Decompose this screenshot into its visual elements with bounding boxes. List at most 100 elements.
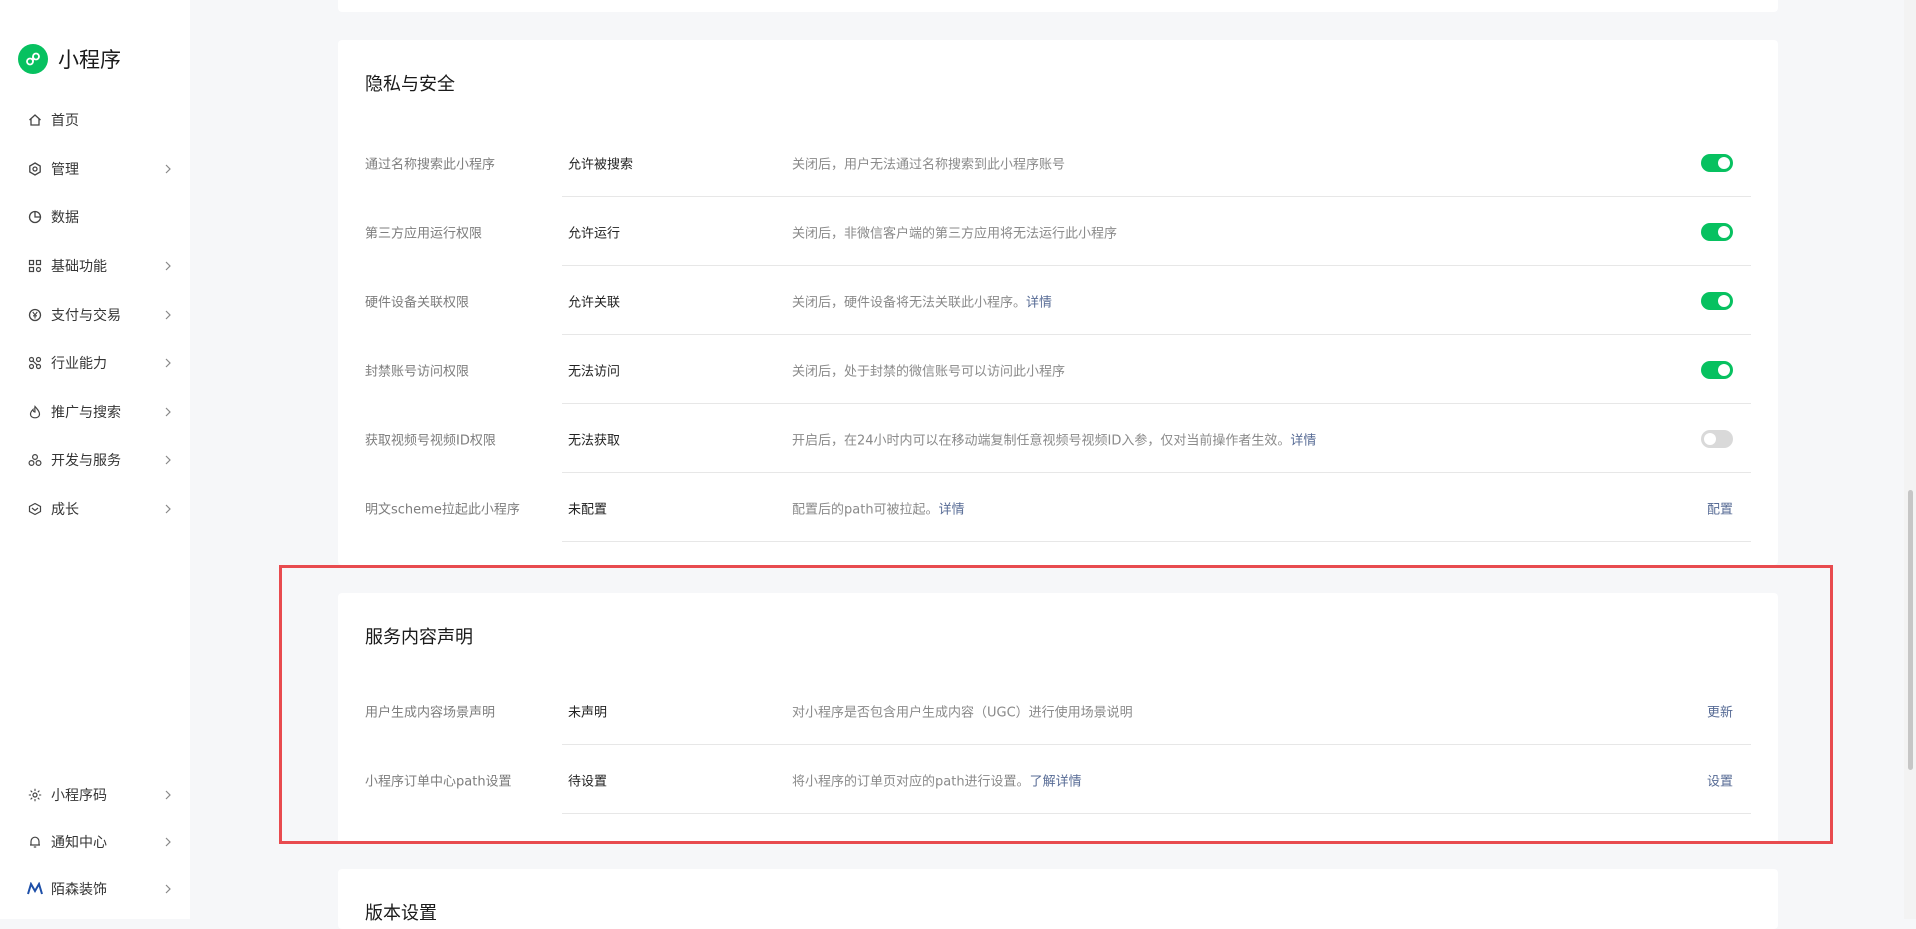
- sidebar-item-label: 陌森装饰: [51, 881, 107, 898]
- setting-label: 封禁账号访问权限: [365, 364, 470, 379]
- setting-row-order-center-path: 小程序订单中心path设置 待设置 将小程序的订单页对应的path进行设置。了解…: [365, 745, 1751, 814]
- sidebar-item-label: 通知中心: [51, 835, 107, 852]
- sidebar-item-label: 推广与搜索: [51, 404, 121, 421]
- sidebar-item-label: 首页: [51, 113, 79, 130]
- sidebar-item-label: 数据: [51, 210, 79, 227]
- scrollbar-track[interactable]: [1904, 0, 1916, 919]
- sidebar-item-manage[interactable]: 管理: [0, 145, 190, 194]
- setting-value: 未声明: [568, 705, 608, 720]
- divider: [562, 541, 1751, 542]
- toggle-knob: [1704, 432, 1716, 445]
- setting-value: 未配置: [568, 502, 608, 517]
- mini-program-logo-icon: [18, 44, 48, 74]
- service-declaration-card: 服务内容声明 用户生成内容场景声明 未声明 对小程序是否包含用户生成内容（UGC…: [338, 593, 1778, 844]
- details-link[interactable]: 详情: [939, 502, 965, 517]
- pie-chart-icon: [27, 209, 43, 225]
- details-link[interactable]: 详情: [1290, 433, 1316, 448]
- setting-value: 允许关联: [568, 295, 621, 310]
- chevron-right-icon: [162, 789, 174, 801]
- sidebar-item-growth[interactable]: 成长: [0, 485, 190, 534]
- chevron-right-icon: [162, 406, 174, 418]
- setting-description: 关闭后，用户无法通过名称搜索到此小程序账号: [792, 157, 1066, 172]
- setting-description: 关闭后，硬件设备将无法关联此小程序。详情: [792, 295, 1053, 310]
- privacy-security-card: 隐私与安全 通过名称搜索此小程序 允许被搜索 关闭后，用户无法通过名称搜索到此小…: [338, 40, 1778, 565]
- sidebar-nav: 首页 管理 数据 基础功能 支付与交易 行业能力 推广与搜索 开发与服务 成长: [0, 96, 190, 533]
- grid-apps-icon: [27, 258, 43, 274]
- setting-description: 配置后的path可被拉起。详情: [792, 502, 965, 517]
- home-icon: [27, 112, 43, 128]
- details-link[interactable]: 详情: [1026, 295, 1052, 310]
- chevron-right-icon: [162, 309, 174, 321]
- setting-description: 对小程序是否包含用户生成内容（UGC）进行使用场景说明: [792, 705, 1133, 720]
- chevron-right-icon: [162, 163, 174, 175]
- sidebar-item-label: 支付与交易: [51, 307, 121, 324]
- sidebar-item-account[interactable]: 陌森装饰: [0, 865, 190, 912]
- toggle-switch[interactable]: [1701, 291, 1733, 310]
- toggle-switch[interactable]: [1701, 153, 1733, 172]
- setting-row-search-by-name: 通过名称搜索此小程序 允许被搜索 关闭后，用户无法通过名称搜索到此小程序账号: [365, 128, 1751, 197]
- setting-description: 关闭后，处于封禁的微信账号可以访问此小程序: [792, 364, 1066, 379]
- previous-card: [338, 0, 1778, 12]
- sidebar-item-label: 基础功能: [51, 259, 107, 276]
- setting-description: 将小程序的订单页对应的path进行设置。了解详情: [792, 774, 1082, 789]
- chevron-right-icon: [162, 503, 174, 515]
- brand[interactable]: 小程序: [18, 44, 121, 74]
- scrollbar-thumb[interactable]: [1908, 490, 1913, 770]
- bell-icon: [27, 834, 43, 850]
- setting-row-ugc-declaration: 用户生成内容场景声明 未声明 对小程序是否包含用户生成内容（UGC）进行使用场景…: [365, 676, 1751, 745]
- version-settings-card: 版本设置: [338, 869, 1778, 929]
- growth-icon: [27, 501, 43, 517]
- yen-icon: [27, 307, 43, 323]
- sidebar-item-industry[interactable]: 行业能力: [0, 339, 190, 388]
- divider: [562, 813, 1751, 814]
- sidebar-item-notifications[interactable]: 通知中心: [0, 819, 190, 866]
- toggle-switch[interactable]: [1701, 360, 1733, 379]
- sidebar-item-label: 管理: [51, 161, 79, 178]
- set-link[interactable]: 设置: [1707, 770, 1733, 789]
- setting-label: 明文scheme拉起此小程序: [365, 502, 520, 517]
- toggle-switch[interactable]: [1701, 222, 1733, 241]
- toggle-knob: [1718, 363, 1730, 376]
- toggle-switch[interactable]: [1701, 429, 1733, 448]
- setting-label: 通过名称搜索此小程序: [365, 157, 496, 172]
- setting-row-hardware-link: 硬件设备关联权限 允许关联 关闭后，硬件设备将无法关联此小程序。详情: [365, 266, 1751, 335]
- setting-label: 用户生成内容场景声明: [365, 705, 496, 720]
- sidebar-item-basic-functions[interactable]: 基础功能: [0, 242, 190, 291]
- setting-label: 硬件设备关联权限: [365, 295, 470, 310]
- setting-description: 开启后，在24小时内可以在移动端复制任意视频号视频ID入参，仅对当前操作者生效。…: [792, 433, 1317, 448]
- setting-value: 允许被搜索: [568, 157, 634, 172]
- setting-value: 无法访问: [568, 364, 621, 379]
- flame-icon: [27, 404, 43, 420]
- sidebar-item-promotion[interactable]: 推广与搜索: [0, 388, 190, 437]
- sidebar-item-payment[interactable]: 支付与交易: [0, 290, 190, 339]
- chevron-right-icon: [162, 883, 174, 895]
- toggle-knob: [1718, 294, 1730, 307]
- sidebar-item-label: 小程序码: [51, 788, 107, 805]
- version-section-title: 版本设置: [365, 903, 437, 924]
- mini-code-icon: [27, 787, 43, 803]
- sidebar-item-label: 开发与服务: [51, 453, 121, 470]
- sidebar-item-label: 行业能力: [51, 356, 107, 373]
- setting-row-banned-access: 封禁账号访问权限 无法访问 关闭后，处于封禁的微信账号可以访问此小程序: [365, 335, 1751, 404]
- update-link[interactable]: 更新: [1707, 701, 1733, 720]
- setting-label: 小程序订单中心path设置: [365, 774, 512, 789]
- setting-row-plain-scheme: 明文scheme拉起此小程序 未配置 配置后的path可被拉起。详情 配置: [365, 473, 1751, 542]
- toggle-knob: [1718, 225, 1730, 238]
- toggle-knob: [1718, 156, 1730, 169]
- chevron-right-icon: [162, 454, 174, 466]
- setting-row-channels-video-id: 获取视频号视频ID权限 无法获取 开启后，在24小时内可以在移动端复制任意视频号…: [365, 404, 1751, 473]
- sidebar-item-home[interactable]: 首页: [0, 96, 190, 145]
- configure-link[interactable]: 配置: [1707, 498, 1733, 517]
- learn-more-link[interactable]: 了解详情: [1030, 774, 1082, 789]
- industry-icon: [27, 355, 43, 371]
- sidebar-item-development[interactable]: 开发与服务: [0, 436, 190, 485]
- sidebar-bottom-nav: 小程序码 通知中心 陌森装饰: [0, 772, 190, 912]
- account-logo-icon: [27, 881, 43, 897]
- setting-label: 获取视频号视频ID权限: [365, 433, 496, 448]
- service-section-title: 服务内容声明: [365, 627, 473, 648]
- sidebar-item-data[interactable]: 数据: [0, 193, 190, 242]
- setting-label: 第三方应用运行权限: [365, 226, 483, 241]
- dev-icon: [27, 452, 43, 468]
- sidebar: 小程序 首页 管理 数据 基础功能 支付与交易 行业能力 推广与搜索 开发与服务…: [0, 0, 190, 919]
- sidebar-item-mini-code[interactable]: 小程序码: [0, 772, 190, 819]
